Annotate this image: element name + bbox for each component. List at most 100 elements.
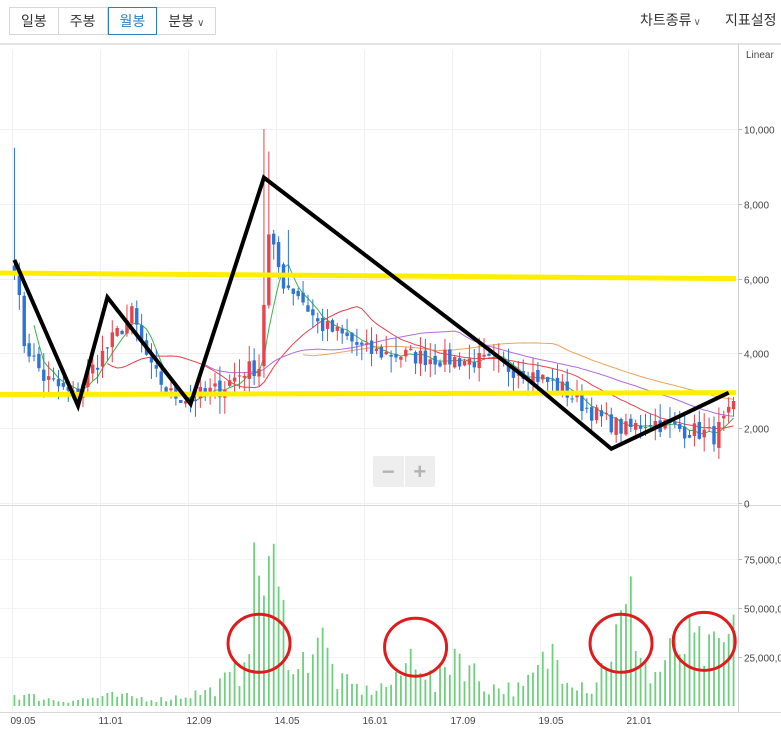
candle-body: [374, 348, 379, 351]
candle-body: [462, 360, 467, 366]
volume-bar: [634, 650, 637, 706]
volume-bar: [654, 672, 657, 706]
candle-body: [594, 407, 599, 421]
candle-body: [95, 367, 100, 370]
candles: [12, 129, 736, 459]
candle-body: [722, 415, 726, 419]
candle-body: [355, 342, 359, 345]
volume-bar: [165, 701, 167, 706]
volume-bar: [307, 672, 309, 706]
volume-bar: [62, 701, 65, 706]
candle-body: [443, 349, 447, 365]
volume-bar: [326, 647, 329, 706]
candle-body: [570, 398, 574, 400]
candle-body: [702, 429, 706, 438]
candle-body: [492, 357, 496, 359]
candle-body: [438, 362, 442, 367]
volume-bar: [605, 669, 608, 706]
candle-body: [536, 369, 540, 382]
tab-minute[interactable]: 분봉 ∨: [157, 8, 216, 34]
volume-bar: [331, 663, 334, 706]
price-tick-label: 8,000: [744, 201, 769, 212]
trend-zigzag-line: [12, 174, 730, 452]
tab-daily-label: 일봉: [21, 13, 47, 29]
volume-bar: [209, 687, 212, 706]
x-tick-label: 19.05: [539, 716, 564, 727]
volume-bar: [620, 610, 622, 706]
candle-body: [247, 361, 251, 379]
zoom-in-button[interactable]: +: [405, 456, 436, 487]
tab-daily[interactable]: 일봉: [10, 8, 59, 34]
candle-body: [423, 350, 428, 366]
candle-body: [179, 399, 183, 403]
candle-body: [22, 295, 26, 347]
volume-bar: [448, 674, 451, 706]
candle-body: [550, 379, 555, 381]
volume-bar: [424, 679, 427, 706]
volume-bar: [287, 670, 290, 706]
volume-bar: [336, 689, 339, 706]
volume-bar: [527, 674, 529, 706]
candle-body: [193, 400, 198, 402]
stock-chart[interactable]: 09.05 11.01 12.09 14.05 16.01 17.09 19.05 21.01…: [0, 44, 781, 730]
candle-body: [678, 423, 682, 429]
tab-monthly-label: 월봉: [119, 13, 146, 29]
candle-body: [252, 360, 256, 377]
volume-bar: [600, 663, 603, 706]
volume-bar: [126, 692, 128, 706]
candle-body: [27, 343, 31, 357]
candle-body: [276, 242, 281, 268]
volume-bar: [282, 599, 285, 706]
support-resistance-line: [0, 270, 737, 282]
volume-tick-label: 75,000,0: [744, 556, 781, 567]
volume-bar: [439, 666, 441, 706]
volume-bar: [717, 637, 720, 706]
x-tick-label: 12.09: [187, 716, 212, 727]
chart-type-menu[interactable]: 차트종류 ∨: [640, 10, 701, 30]
candle-body: [399, 356, 403, 360]
volume-bar: [409, 648, 412, 706]
grid: [0, 50, 738, 712]
volume-bar: [502, 694, 505, 706]
volume-bar: [297, 669, 300, 706]
volume-bar: [228, 671, 231, 706]
candle-body: [589, 407, 594, 421]
candle-body: [316, 318, 320, 322]
candle-body: [46, 376, 51, 380]
candle-body: [330, 320, 335, 332]
zoom-control: − +: [373, 456, 435, 487]
candle-body: [389, 354, 393, 357]
volume-bar: [390, 684, 393, 706]
volume-bar: [644, 661, 647, 706]
candle-body: [364, 343, 369, 345]
volume-bar: [615, 624, 618, 706]
indicator-menu[interactable]: 지표설정: [725, 10, 777, 30]
volume-bar: [38, 700, 40, 706]
tab-weekly[interactable]: 주봉: [58, 8, 108, 34]
candle-body: [404, 349, 408, 357]
candle-body: [472, 362, 476, 368]
volume-bar: [551, 643, 554, 706]
volume-bar: [47, 698, 50, 706]
volume-bar: [522, 685, 525, 706]
volume-bar: [155, 702, 158, 706]
volume-bar: [321, 627, 324, 706]
candle-body: [32, 355, 36, 357]
volume-bar: [135, 698, 138, 706]
chevron-down-icon: ∨: [197, 18, 205, 29]
volume-bar: [272, 543, 275, 706]
volume-bar: [160, 697, 163, 706]
x-tick-label: 11.01: [99, 716, 124, 727]
chart-type-label: 차트종류: [640, 12, 692, 28]
volume-tick-label: 50,000,0: [744, 605, 781, 616]
volume-bar: [468, 665, 471, 706]
zoom-out-button[interactable]: −: [373, 456, 404, 487]
volume-bar: [67, 702, 70, 706]
volume-bar: [625, 604, 627, 706]
candle-body: [105, 347, 110, 349]
candle-body: [707, 427, 711, 429]
volume-bar: [219, 678, 221, 706]
tab-monthly[interactable]: 월봉: [107, 7, 158, 35]
volume-bar: [52, 700, 55, 706]
volume-bar: [400, 675, 402, 706]
